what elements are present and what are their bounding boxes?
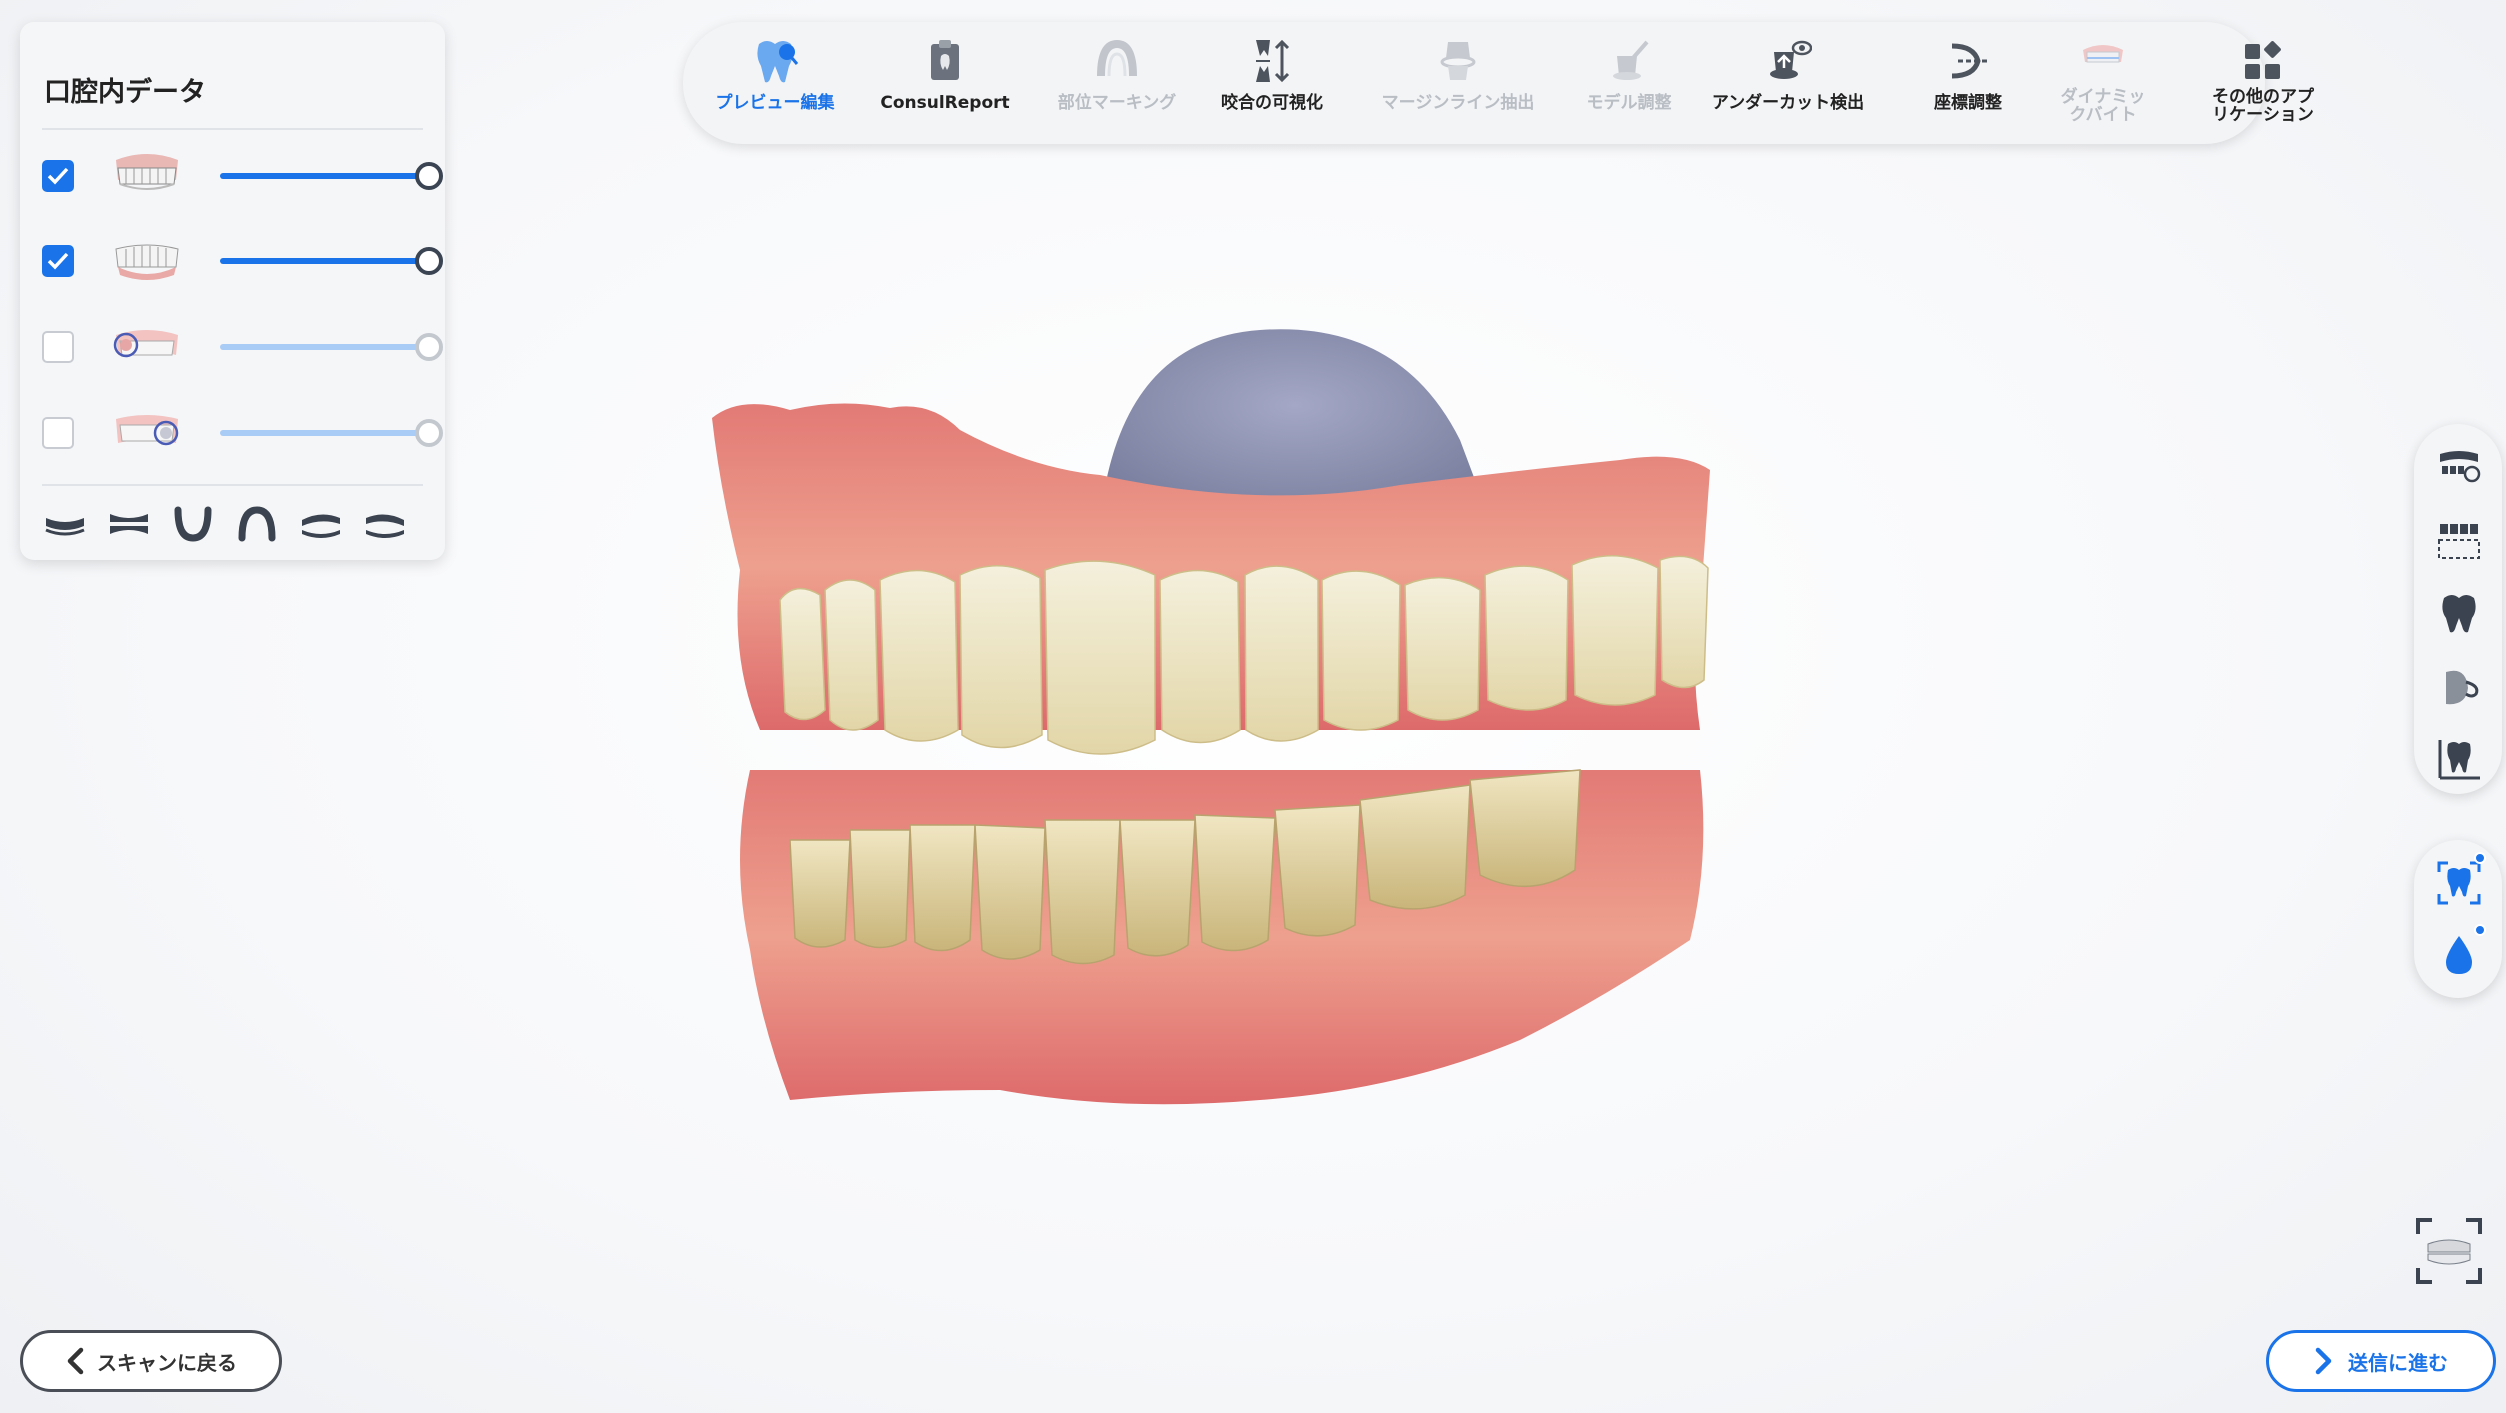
upper-jaw-checkbox[interactable] bbox=[42, 160, 74, 192]
tool-model-adjust[interactable]: モデル調整 bbox=[1559, 36, 1699, 136]
view-orientation-bar bbox=[42, 504, 432, 554]
dynamic-bite-label-line1: ダイナミッ bbox=[2060, 87, 2146, 107]
occlusion-icon bbox=[1256, 39, 1290, 83]
tool-part-marking-label: 部位マーキング bbox=[1057, 93, 1177, 113]
tool-margin-line[interactable]: マージンライン抽出 bbox=[1363, 36, 1553, 136]
chevron-left-icon bbox=[67, 1347, 84, 1375]
layer-row-upper-jaw bbox=[42, 144, 443, 204]
tool-consulreport-label: ConsulReport bbox=[880, 93, 1010, 113]
intraoral-data-panel: 口腔内データ bbox=[20, 22, 445, 560]
upper-preop-slider-handle[interactable] bbox=[415, 333, 443, 361]
layer-row-lower-preop bbox=[42, 401, 443, 461]
tooth-grid-icon[interactable] bbox=[2436, 518, 2482, 564]
lower-jaw-thumbnail-icon bbox=[115, 244, 179, 280]
view-side-icon[interactable] bbox=[106, 504, 152, 544]
back-to-scan-label: スキャンに戻る bbox=[97, 1350, 237, 1375]
proceed-to-send-button[interactable]: 送信に進む bbox=[2266, 1330, 2496, 1392]
tool-dynamic-bite[interactable]: ダイナミッ クバイト bbox=[2053, 36, 2153, 136]
lower-jaw-checkbox[interactable] bbox=[42, 245, 74, 277]
proceed-to-send-label: 送信に進む bbox=[2348, 1350, 2448, 1375]
tongue-icon[interactable] bbox=[2436, 664, 2482, 710]
tooth-numbering-icon[interactable] bbox=[2436, 444, 2482, 490]
single-tooth-icon[interactable] bbox=[2436, 590, 2482, 636]
lower-preop-thumbnail-icon bbox=[116, 415, 179, 446]
tool-other-apps-label: その他のアプ リケーション bbox=[2183, 88, 2343, 124]
tool-occlusion[interactable]: 咬合の可視化 bbox=[1197, 36, 1347, 136]
view-lower-icon[interactable] bbox=[170, 504, 216, 544]
apps-grid-icon bbox=[2245, 41, 2281, 79]
upper-jaw-thumbnail-icon bbox=[116, 154, 178, 190]
upper-preop-opacity-slider[interactable] bbox=[220, 344, 430, 350]
dynamic-bite-label-line2: クバイト bbox=[2069, 105, 2137, 125]
tool-preview-edit-label: プレビュー編集 bbox=[715, 93, 835, 113]
panel-divider bbox=[42, 128, 423, 130]
water-drop-status-dot bbox=[2474, 924, 2486, 936]
tool-coordinate-label: 座標調整 bbox=[1934, 93, 2002, 113]
panel-title: 口腔内データ bbox=[44, 77, 206, 108]
tool-undercut-label: アンダーカット検出 bbox=[1711, 93, 1865, 113]
layer-row-upper-preop bbox=[42, 315, 443, 375]
lower-preop-slider-handle[interactable] bbox=[415, 419, 443, 447]
side-tool-group bbox=[2414, 424, 2502, 794]
fit-view-icon[interactable] bbox=[2414, 1216, 2484, 1286]
lower-preop-checkbox[interactable] bbox=[42, 417, 74, 449]
tool-coordinate[interactable]: 座標調整 bbox=[1913, 36, 2023, 136]
tooth-preview-icon bbox=[757, 41, 799, 83]
report-icon bbox=[931, 40, 959, 80]
coordinate-icon bbox=[1951, 43, 1988, 79]
layer-row-lower-jaw bbox=[42, 229, 443, 289]
tool-margin-line-label: マージンライン抽出 bbox=[1381, 93, 1535, 113]
tool-undercut[interactable]: アンダーカット検出 bbox=[1693, 36, 1883, 136]
tool-other-apps[interactable]: その他のアプ リケーション bbox=[2183, 36, 2343, 136]
back-to-scan-button[interactable]: スキャンに戻る bbox=[20, 1330, 282, 1392]
lower-jaw-slider-handle[interactable] bbox=[415, 247, 443, 275]
chevron-right-icon bbox=[2315, 1347, 2332, 1375]
arch-marking-icon bbox=[1097, 39, 1137, 77]
margin-line-icon bbox=[1440, 42, 1476, 80]
tool-model-adjust-label: モデル調整 bbox=[1586, 93, 1672, 113]
top-toolbar: プレビュー編集 ConsulReport 部位マーキング 咬合の可視化 マージン… bbox=[683, 22, 2314, 144]
view-left-icon[interactable] bbox=[298, 504, 344, 544]
tool-part-marking[interactable]: 部位マーキング bbox=[1047, 36, 1187, 136]
view-bottom-icon[interactable] bbox=[42, 504, 88, 544]
undercut-icon bbox=[1770, 40, 1812, 79]
lower-preop-opacity-slider[interactable] bbox=[220, 430, 430, 436]
dynamic-bite-icon bbox=[2083, 45, 2123, 63]
model-adjust-icon bbox=[1613, 40, 1649, 80]
other-apps-label-line1: その他のアプ bbox=[2212, 87, 2314, 107]
view-upper-icon[interactable] bbox=[234, 504, 280, 544]
tool-preview-edit[interactable]: プレビュー編集 bbox=[705, 36, 845, 136]
upper-preop-thumbnail-icon bbox=[113, 330, 178, 358]
upper-jaw-slider-handle[interactable] bbox=[415, 162, 443, 190]
water-drop-icon[interactable] bbox=[2436, 932, 2482, 978]
side-tool-group-2 bbox=[2414, 840, 2502, 998]
other-apps-label-line2: リケーション bbox=[2212, 105, 2314, 125]
tool-consulreport[interactable]: ConsulReport bbox=[875, 36, 1015, 136]
tooth-measure-icon[interactable] bbox=[2436, 736, 2482, 782]
panel-divider-2 bbox=[42, 484, 423, 486]
tool-dynamic-bite-label: ダイナミッ クバイト bbox=[2053, 88, 2153, 124]
tooth-view-icon[interactable] bbox=[2436, 860, 2482, 906]
dental-3d-model[interactable] bbox=[700, 300, 2020, 1160]
upper-preop-checkbox[interactable] bbox=[42, 331, 74, 363]
tool-occlusion-label: 咬合の可視化 bbox=[1221, 93, 1323, 113]
view-right-icon[interactable] bbox=[362, 504, 408, 544]
tooth-view-status-dot bbox=[2474, 852, 2486, 864]
upper-jaw-opacity-slider[interactable] bbox=[220, 173, 430, 179]
lower-jaw-opacity-slider[interactable] bbox=[220, 258, 430, 264]
